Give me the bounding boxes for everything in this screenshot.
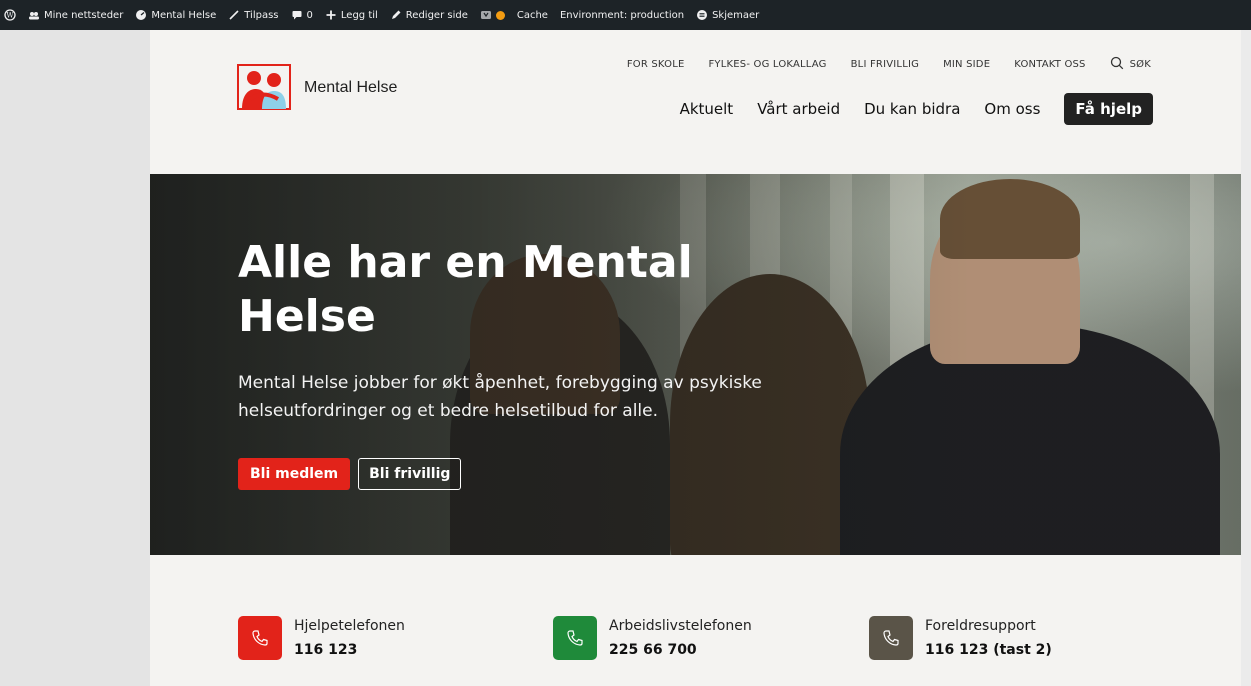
admin-bar-new-content[interactable]: Legg til — [325, 9, 378, 21]
admin-bar-wordpress[interactable]: W — [4, 9, 16, 21]
left-gutter — [0, 30, 150, 686]
search-button[interactable]: SØK — [1110, 56, 1151, 73]
search-label: SØK — [1129, 59, 1151, 70]
contact-foreldresupport[interactable]: Foreldresupport 116 123 (tast 2) — [869, 616, 1052, 660]
become-member-button[interactable]: Bli medlem — [238, 458, 351, 490]
hero-title: Alle har en Mental Helse — [238, 237, 693, 342]
search-icon — [1110, 56, 1124, 73]
contact-label: Hjelpetelefonen — [294, 618, 405, 634]
admin-bar-my-sites[interactable]: Mine nettsteder — [28, 9, 123, 21]
utility-nav-kontakt-oss[interactable]: KONTAKT OSS — [1014, 59, 1085, 70]
logo-text: Mental Helse — [304, 79, 398, 96]
page-content: Mental Helse FOR SKOLE FYLKES- OG LOKALL… — [150, 30, 1241, 686]
yoast-icon — [480, 9, 492, 21]
contact-number: 225 66 700 — [609, 642, 697, 658]
admin-bar-yoast[interactable] — [480, 9, 505, 21]
admin-bar-forms-label: Skjemaer — [712, 9, 760, 21]
contact-number: 116 123 (tast 2) — [925, 642, 1052, 658]
phone-icon — [869, 616, 913, 660]
contact-arbeidslivstelefonen[interactable]: Arbeidslivstelefonen 225 66 700 — [553, 616, 752, 660]
admin-bar-new-content-label: Legg til — [340, 9, 378, 21]
dashboard-icon — [135, 9, 147, 21]
admin-bar-customize[interactable]: Tilpass — [228, 9, 279, 21]
admin-bar-site-name-label: Mental Helse — [151, 9, 217, 21]
phone-icon — [238, 616, 282, 660]
contact-hjelpetelefonen[interactable]: Hjelpetelefonen 116 123 — [238, 616, 405, 660]
right-gutter — [1241, 30, 1251, 686]
hero-banner: Alle har en Mental Helse Mental Helse jo… — [150, 174, 1241, 555]
main-nav-vart-arbeid[interactable]: Vårt arbeid — [757, 100, 840, 118]
utility-nav-min-side[interactable]: MIN SIDE — [943, 59, 990, 70]
utility-nav-bli-frivillig[interactable]: BLI FRIVILLIG — [851, 59, 919, 70]
admin-bar-cache[interactable]: Cache — [517, 10, 548, 21]
wp-admin-bar: W Mine nettsteder Mental Helse Tilpass 0… — [0, 0, 1251, 30]
main-nav-om-oss[interactable]: Om oss — [984, 100, 1040, 118]
contact-number: 116 123 — [294, 642, 358, 658]
plus-icon — [325, 9, 337, 21]
admin-bar-forms[interactable]: Skjemaer — [696, 9, 759, 21]
main-nav: Aktuelt Vårt arbeid Du kan bidra Om oss … — [680, 93, 1153, 125]
wordpress-icon: W — [4, 9, 16, 21]
comment-icon — [291, 9, 303, 21]
admin-bar-my-sites-label: Mine nettsteder — [44, 9, 124, 21]
admin-bar-comments-count: 0 — [306, 9, 313, 21]
contact-label: Arbeidslivstelefonen — [609, 618, 752, 634]
logo-mark-icon — [236, 63, 292, 113]
sites-icon — [28, 9, 40, 21]
admin-bar-customize-label: Tilpass — [244, 9, 279, 21]
main-nav-du-kan-bidra[interactable]: Du kan bidra — [864, 100, 960, 118]
admin-bar-cache-label: Cache — [516, 9, 548, 21]
main-nav-aktuelt[interactable]: Aktuelt — [680, 100, 734, 118]
contact-label: Foreldresupport — [925, 618, 1036, 634]
admin-bar-edit-page[interactable]: Rediger side — [390, 9, 468, 21]
site-logo[interactable]: Mental Helse — [236, 63, 397, 113]
volunteer-button[interactable]: Bli frivillig — [358, 458, 462, 490]
forms-icon — [696, 9, 708, 21]
utility-nav-for-skole[interactable]: FOR SKOLE — [627, 59, 685, 70]
phone-icon — [553, 616, 597, 660]
hero-actions: Bli medlem Bli frivillig — [238, 458, 462, 490]
admin-bar-environment-label: Environment: production — [559, 9, 685, 21]
hero-overlay — [150, 174, 1241, 555]
get-help-button[interactable]: Få hjelp — [1064, 93, 1153, 125]
pencil-icon — [390, 9, 402, 21]
utility-nav: FOR SKOLE FYLKES- OG LOKALLAG BLI FRIVIL… — [627, 56, 1151, 73]
svg-text:W: W — [6, 12, 14, 20]
hero-subtitle: Mental Helse jobber for økt åpenhet, for… — [238, 373, 762, 421]
seo-status-dot — [495, 10, 505, 20]
utility-nav-lokallag[interactable]: FYLKES- OG LOKALLAG — [708, 59, 826, 70]
brush-icon — [228, 9, 240, 21]
admin-bar-site-name[interactable]: Mental Helse — [135, 9, 216, 21]
admin-bar-environment: Environment: production — [560, 10, 684, 21]
admin-bar-edit-page-label: Rediger side — [405, 9, 468, 21]
admin-bar-comments[interactable]: 0 — [291, 9, 313, 21]
